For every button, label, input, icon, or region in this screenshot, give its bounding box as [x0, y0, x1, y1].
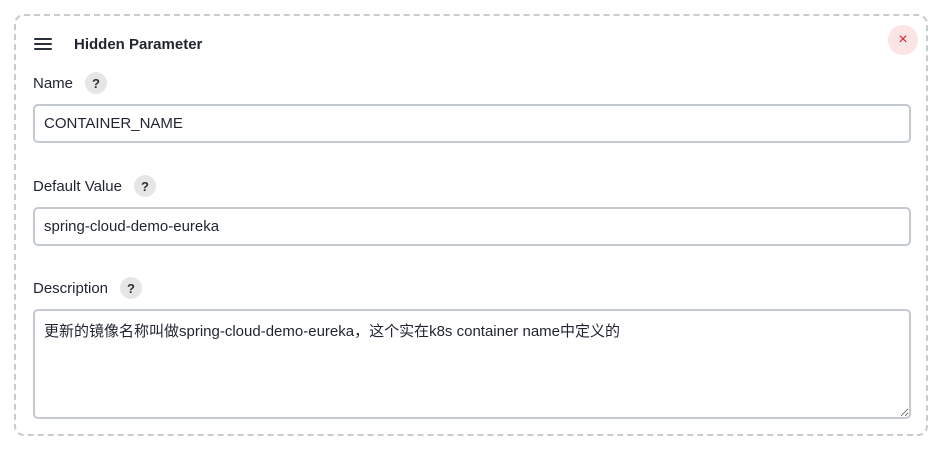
close-icon[interactable]: × — [888, 25, 918, 55]
panel-title: Hidden Parameter — [74, 35, 203, 53]
default-value-label: Default Value — [33, 177, 122, 195]
description-label: Description — [33, 279, 109, 297]
name-label-row: Name ? — [33, 72, 108, 94]
default-value-label-row: Default Value ? — [33, 175, 156, 197]
hidden-parameter-panel: Hidden Parameter × Name ? Default Value … — [14, 14, 928, 436]
description-help-icon[interactable]: ? — [120, 277, 143, 299]
name-help-icon[interactable]: ? — [85, 72, 108, 94]
default-value-help-icon[interactable]: ? — [133, 175, 156, 197]
default-value-input[interactable] — [33, 207, 911, 246]
drag-handle-icon[interactable] — [34, 38, 52, 50]
name-label: Name — [33, 74, 74, 92]
description-label-row: Description ? — [33, 277, 143, 299]
name-input[interactable] — [33, 104, 911, 143]
description-textarea[interactable]: 更新的镜像名称叫做spring-cloud-demo-eureka，这个实在k8… — [33, 309, 911, 419]
panel-header: Hidden Parameter — [34, 34, 202, 54]
